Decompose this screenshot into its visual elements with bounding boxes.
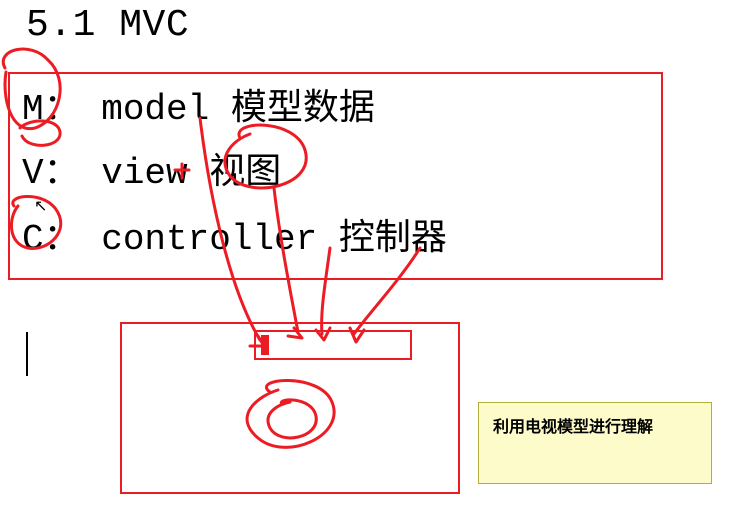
v-chinese: 视图: [209, 153, 281, 194]
definition-line-m: M： model 模型数据: [22, 78, 375, 130]
m-prefix: M：: [22, 89, 80, 130]
definition-line-c: C： controller 控制器: [22, 208, 447, 260]
c-prefix: C：: [22, 219, 80, 260]
sticky-note-text: 利用电视模型进行理解: [493, 419, 653, 436]
diagram-canvas: 5.1 MVC M： model 模型数据 V： view 视图 C： cont…: [0, 0, 750, 526]
c-chinese: 控制器: [339, 219, 447, 260]
section-heading: 5.1 MVC: [26, 4, 189, 47]
m-chinese: 模型数据: [231, 89, 375, 130]
m-english: model: [101, 89, 209, 130]
definition-line-v: V： view 视图: [22, 142, 281, 194]
c-english: controller: [101, 219, 317, 260]
sticky-note: 利用电视模型进行理解: [478, 402, 712, 484]
mouse-cursor-icon: ↖: [34, 196, 47, 216]
tv-small-rect: [254, 330, 412, 360]
text-caret: [26, 332, 28, 376]
v-prefix: V：: [22, 153, 80, 194]
v-english: view: [101, 153, 187, 194]
